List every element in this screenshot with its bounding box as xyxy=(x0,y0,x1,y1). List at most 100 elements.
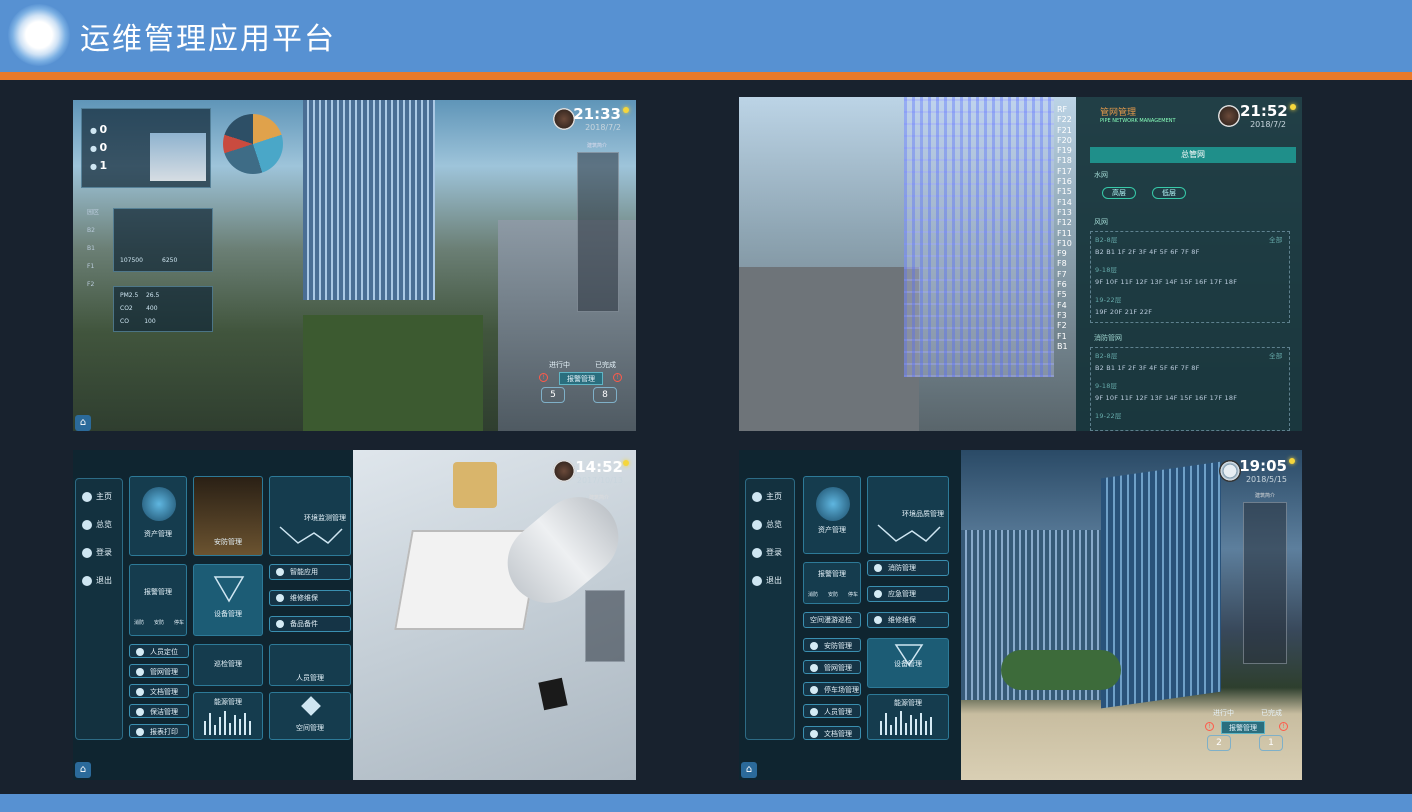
floor-label[interactable]: F8 xyxy=(1057,259,1077,269)
home-icon[interactable]: ⌂ xyxy=(75,415,91,431)
floor-label[interactable]: F5 xyxy=(1057,290,1077,300)
smart-app-button[interactable]: 智能应用 xyxy=(269,564,351,580)
status-done[interactable]: 已完成 xyxy=(1261,708,1282,718)
button-label: 安防管理 xyxy=(824,642,852,650)
cleaning-button[interactable]: 保洁管理 xyxy=(129,704,189,718)
all-floors-link[interactable]: 全部 xyxy=(1269,350,1282,360)
tile-alarm-management[interactable]: 报警管理 消防 安防 停车 xyxy=(803,562,861,604)
tile-patrol-management[interactable]: 巡检管理 xyxy=(193,644,263,686)
tile-energy-management[interactable]: 能源管理 xyxy=(193,692,263,740)
floor-label[interactable]: F13 xyxy=(1057,208,1077,218)
nav-overview[interactable]: 总览 xyxy=(82,519,112,530)
home-icon[interactable]: ⌂ xyxy=(75,762,91,778)
tile-alarm-management[interactable]: 报警管理 消防 安防 停车 xyxy=(129,564,187,636)
spare-parts-button[interactable]: 备品备件 xyxy=(269,616,351,632)
floor-label[interactable]: F16 xyxy=(1057,177,1077,187)
floor-label[interactable]: F4 xyxy=(1057,301,1077,311)
tab-main-network[interactable]: 总管网 xyxy=(1090,147,1296,163)
organization-seal-icon[interactable] xyxy=(1219,460,1241,482)
home-icon[interactable]: ⌂ xyxy=(741,762,757,778)
floor-label[interactable]: F17 xyxy=(1057,167,1077,177)
user-avatar[interactable] xyxy=(553,108,575,130)
floor-row[interactable]: B2 B1 1F 2F 3F 4F 5F 6F 7F 8F xyxy=(1095,248,1200,256)
tile-device-management[interactable]: 设备管理 xyxy=(867,638,949,688)
floor-label[interactable]: F7 xyxy=(1057,270,1077,280)
all-floors-link[interactable]: 全部 xyxy=(1269,234,1282,244)
document-button[interactable]: 文档管理 xyxy=(129,684,189,698)
tile-space-management[interactable]: 空间管理 xyxy=(269,692,351,740)
nav-logout[interactable]: 退出 xyxy=(752,575,782,586)
floor-label[interactable]: F19 xyxy=(1057,146,1077,156)
floor-row[interactable]: 19F 20F 21F 22F xyxy=(1095,308,1152,316)
alarm-parking[interactable]: 停车 xyxy=(174,619,184,626)
document-button[interactable]: 文档管理 xyxy=(803,726,861,740)
exit-icon xyxy=(82,575,92,586)
tile-staff-management[interactable]: 人员管理 xyxy=(269,644,351,686)
floor-row[interactable]: 9F 10F 11F 12F 13F 14F 15F 16F 17F 18F xyxy=(1095,278,1237,286)
alarm-management-button[interactable]: 报警管理 xyxy=(1221,721,1265,734)
nav-logout[interactable]: 退出 xyxy=(82,575,112,586)
alarm-management-button[interactable]: 报警管理 xyxy=(559,372,603,385)
floor-label[interactable]: F22 xyxy=(1057,115,1077,125)
low-floor-toggle[interactable]: 低层 xyxy=(1152,187,1186,199)
report-print-button[interactable]: 报表打印 xyxy=(129,724,189,738)
floor-label[interactable]: F11 xyxy=(1057,229,1077,239)
status-in-progress[interactable]: 进行中 xyxy=(1213,708,1234,718)
tile-energy-management[interactable]: 能源管理 xyxy=(867,694,949,740)
floor-option[interactable]: F2 xyxy=(87,276,99,294)
floor-label[interactable]: F14 xyxy=(1057,198,1077,208)
floor-label[interactable]: RF xyxy=(1057,105,1077,115)
tile-environment-quality[interactable]: 环境品质管理 xyxy=(867,476,949,554)
floor-label[interactable]: F15 xyxy=(1057,187,1077,197)
tile-environment-monitoring[interactable]: 环境监测管理 xyxy=(269,476,351,556)
floor-option[interactable]: B2 xyxy=(87,222,99,240)
status-done[interactable]: 已完成 xyxy=(595,360,616,370)
emergency-button[interactable]: 应急管理 xyxy=(867,586,949,602)
floor-label[interactable]: F20 xyxy=(1057,136,1077,146)
tile-asset-management[interactable]: 资产管理 xyxy=(129,476,187,556)
pipe-network-button[interactable]: 管网管理 xyxy=(803,660,861,674)
tile-asset-management[interactable]: 资产管理 xyxy=(803,476,861,554)
fire-management-button[interactable]: 消防管理 xyxy=(867,560,949,576)
alarm-parking[interactable]: 停车 xyxy=(848,591,858,598)
tile-device-management[interactable]: 设备管理 xyxy=(193,564,263,636)
staff-button[interactable]: 人员管理 xyxy=(803,704,861,718)
floor-label[interactable]: F3 xyxy=(1057,311,1077,321)
high-floor-toggle[interactable]: 高层 xyxy=(1102,187,1136,199)
weather-sun-icon xyxy=(623,460,629,466)
nav-login[interactable]: 登录 xyxy=(82,547,112,558)
staff-locate-button[interactable]: 人员定位 xyxy=(129,644,189,658)
alarm-security[interactable]: 安防 xyxy=(828,591,838,598)
status-in-progress[interactable]: 进行中 xyxy=(549,360,570,370)
repair-button[interactable]: 维修维保 xyxy=(269,590,351,606)
nav-login[interactable]: 登录 xyxy=(752,547,782,558)
floor-label[interactable]: F18 xyxy=(1057,156,1077,166)
repair-button[interactable]: 维修维保 xyxy=(867,612,949,628)
security-button[interactable]: 安防管理 xyxy=(803,638,861,652)
floor-label[interactable]: F10 xyxy=(1057,239,1077,249)
space-patrol-button[interactable]: 空间漫游巡检 xyxy=(803,612,861,628)
parking-button[interactable]: 停车场管理 xyxy=(803,682,861,696)
nav-home[interactable]: 主页 xyxy=(752,491,782,502)
floor-option[interactable]: B1 xyxy=(87,240,99,258)
floor-label[interactable]: F12 xyxy=(1057,218,1077,228)
floor-option[interactable]: 园区 xyxy=(87,204,99,222)
floor-label[interactable]: F6 xyxy=(1057,280,1077,290)
floor-row[interactable]: 9F 10F 11F 12F 13F 14F 15F 16F 17F 18F xyxy=(1095,394,1237,402)
floor-label[interactable]: B1 xyxy=(1057,342,1077,352)
floor-label[interactable]: F2 xyxy=(1057,321,1077,331)
nav-home[interactable]: 主页 xyxy=(82,491,112,502)
tile-security-management[interactable]: 安防管理 xyxy=(193,476,263,556)
alarm-fire[interactable]: 消防 xyxy=(808,591,818,598)
floor-row[interactable]: B2 B1 1F 2F 3F 4F 5F 6F 7F 8F xyxy=(1095,364,1200,372)
floor-label[interactable]: F9 xyxy=(1057,249,1077,259)
floor-label[interactable]: F1 xyxy=(1057,332,1077,342)
user-avatar[interactable] xyxy=(1218,105,1240,127)
floor-option[interactable]: F1 xyxy=(87,258,99,276)
alarm-security[interactable]: 安防 xyxy=(154,619,164,626)
alarm-fire[interactable]: 消防 xyxy=(134,619,144,626)
floor-label[interactable]: F21 xyxy=(1057,126,1077,136)
pipe-network-button[interactable]: 管网管理 xyxy=(129,664,189,678)
user-icon xyxy=(810,708,818,716)
nav-overview[interactable]: 总览 xyxy=(752,519,782,530)
